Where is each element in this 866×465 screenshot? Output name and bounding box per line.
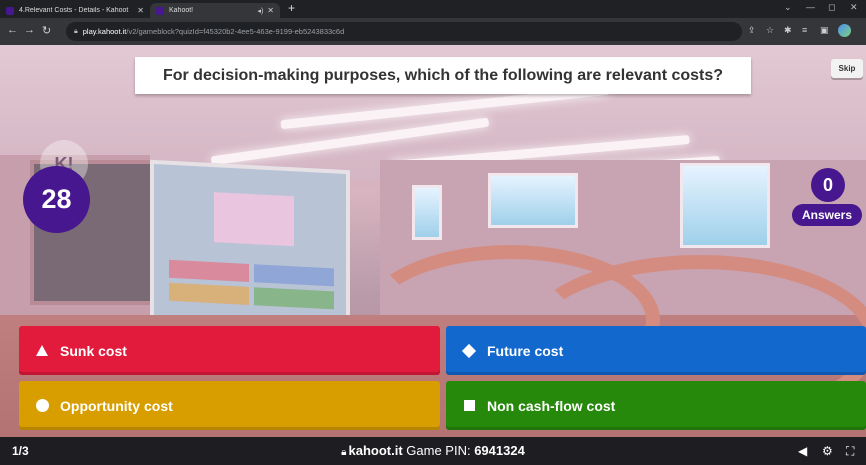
background-window bbox=[488, 173, 578, 228]
back-icon[interactable]: ← bbox=[7, 24, 18, 36]
game-footer: 1/3 🔒︎ kahoot.it Game PIN: 6941324 ◀︎ ⚙ ⛶ bbox=[0, 437, 866, 465]
tab-close-icon[interactable]: ✕ bbox=[137, 6, 144, 15]
new-tab-button[interactable]: + bbox=[288, 1, 295, 15]
tab-search-icon[interactable]: ⌄ bbox=[784, 2, 792, 13]
answer-label: Sunk cost bbox=[60, 342, 127, 359]
url-path: /v2/gameblock?quizId=f45320b2-4ee5-463e-… bbox=[126, 27, 345, 36]
star-icon[interactable]: ☆ bbox=[766, 25, 774, 36]
screen-bar bbox=[254, 264, 334, 287]
address-bar[interactable]: 🔒︎ play.kahoot.it/v2/gameblock?quizId=f4… bbox=[66, 22, 742, 41]
extensions-icon[interactable]: ✱ bbox=[784, 25, 792, 36]
volume-icon[interactable]: ◀︎ bbox=[798, 444, 807, 458]
diamond-icon bbox=[461, 343, 477, 358]
screen-bar bbox=[169, 259, 249, 282]
restore-button[interactable]: ◻ bbox=[828, 2, 835, 13]
tab-kahoot[interactable]: Kahoot! ◂) ✕ bbox=[150, 3, 280, 18]
lock-icon[interactable]: 🔒︎ bbox=[74, 28, 78, 36]
reading-list-icon[interactable]: ≡ bbox=[802, 25, 807, 35]
answer-label: Opportunity cost bbox=[60, 397, 173, 414]
game-pin: 6941324 bbox=[474, 443, 525, 458]
tab-strip: 4.Relevant Costs - Details - Kahoot ✕ Ka… bbox=[0, 0, 866, 18]
circle-icon bbox=[35, 399, 49, 412]
skip-button[interactable]: Skip bbox=[831, 59, 863, 78]
tab-title: 4.Relevant Costs - Details - Kahoot bbox=[19, 7, 129, 14]
share-icon[interactable]: ⇪ bbox=[748, 25, 756, 36]
background-projector-screen bbox=[150, 159, 350, 336]
answer-label: Future cost bbox=[487, 342, 564, 359]
tab-relevant-costs[interactable]: 4.Relevant Costs - Details - Kahoot ✕ bbox=[0, 3, 150, 18]
browser-toolbar: ← → ↻ 🔒︎ play.kahoot.it/v2/gameblock?qui… bbox=[0, 18, 866, 45]
fullscreen-icon[interactable]: ⛶ bbox=[846, 444, 854, 459]
kahoot-favicon bbox=[6, 6, 14, 15]
close-window-button[interactable]: ✕ bbox=[850, 2, 858, 13]
tab-title: Kahoot! bbox=[169, 7, 194, 14]
lock-icon: 🔒︎ bbox=[341, 447, 347, 458]
kahoot-favicon bbox=[156, 6, 164, 15]
answer-option-future-cost[interactable]: Future cost bbox=[446, 326, 866, 375]
screen-content bbox=[214, 192, 294, 247]
tab-close-icon[interactable]: ✕ bbox=[267, 6, 274, 15]
triangle-icon bbox=[36, 345, 48, 356]
forward-icon[interactable]: → bbox=[24, 24, 35, 36]
answer-option-sunk-cost[interactable]: Sunk cost bbox=[19, 326, 440, 375]
settings-icon[interactable]: ⚙ bbox=[822, 444, 833, 458]
background-door bbox=[412, 185, 442, 240]
background-window bbox=[680, 163, 770, 248]
countdown-timer: 28 bbox=[23, 166, 90, 233]
screen-bar bbox=[254, 287, 334, 310]
answer-option-non-cash-flow-cost[interactable]: Non cash-flow cost bbox=[446, 381, 866, 430]
answers-label: Answers bbox=[792, 204, 862, 226]
minimize-button[interactable]: — bbox=[806, 2, 815, 12]
sidepanel-icon[interactable]: ▣ bbox=[820, 25, 829, 36]
reload-icon[interactable]: ↻ bbox=[42, 24, 51, 37]
url-host: play.kahoot.it bbox=[82, 27, 127, 36]
answer-label: Non cash-flow cost bbox=[487, 397, 616, 414]
game-pin-info: 🔒︎ kahoot.it Game PIN: 6941324 bbox=[0, 443, 866, 458]
question-text: For decision-making purposes, which of t… bbox=[135, 57, 751, 94]
profile-avatar[interactable] bbox=[838, 24, 851, 37]
square-icon bbox=[463, 400, 475, 411]
game-area: K! For decision-making purposes, which o… bbox=[0, 45, 866, 465]
tab-audio-icon[interactable]: ◂) bbox=[257, 7, 263, 15]
answer-option-opportunity-cost[interactable]: Opportunity cost bbox=[19, 381, 440, 430]
pin-label: Game PIN: bbox=[406, 443, 471, 458]
kahoot-site: kahoot.it bbox=[348, 443, 403, 458]
answers-count: 0 bbox=[811, 168, 845, 202]
screen-bar bbox=[169, 282, 249, 305]
